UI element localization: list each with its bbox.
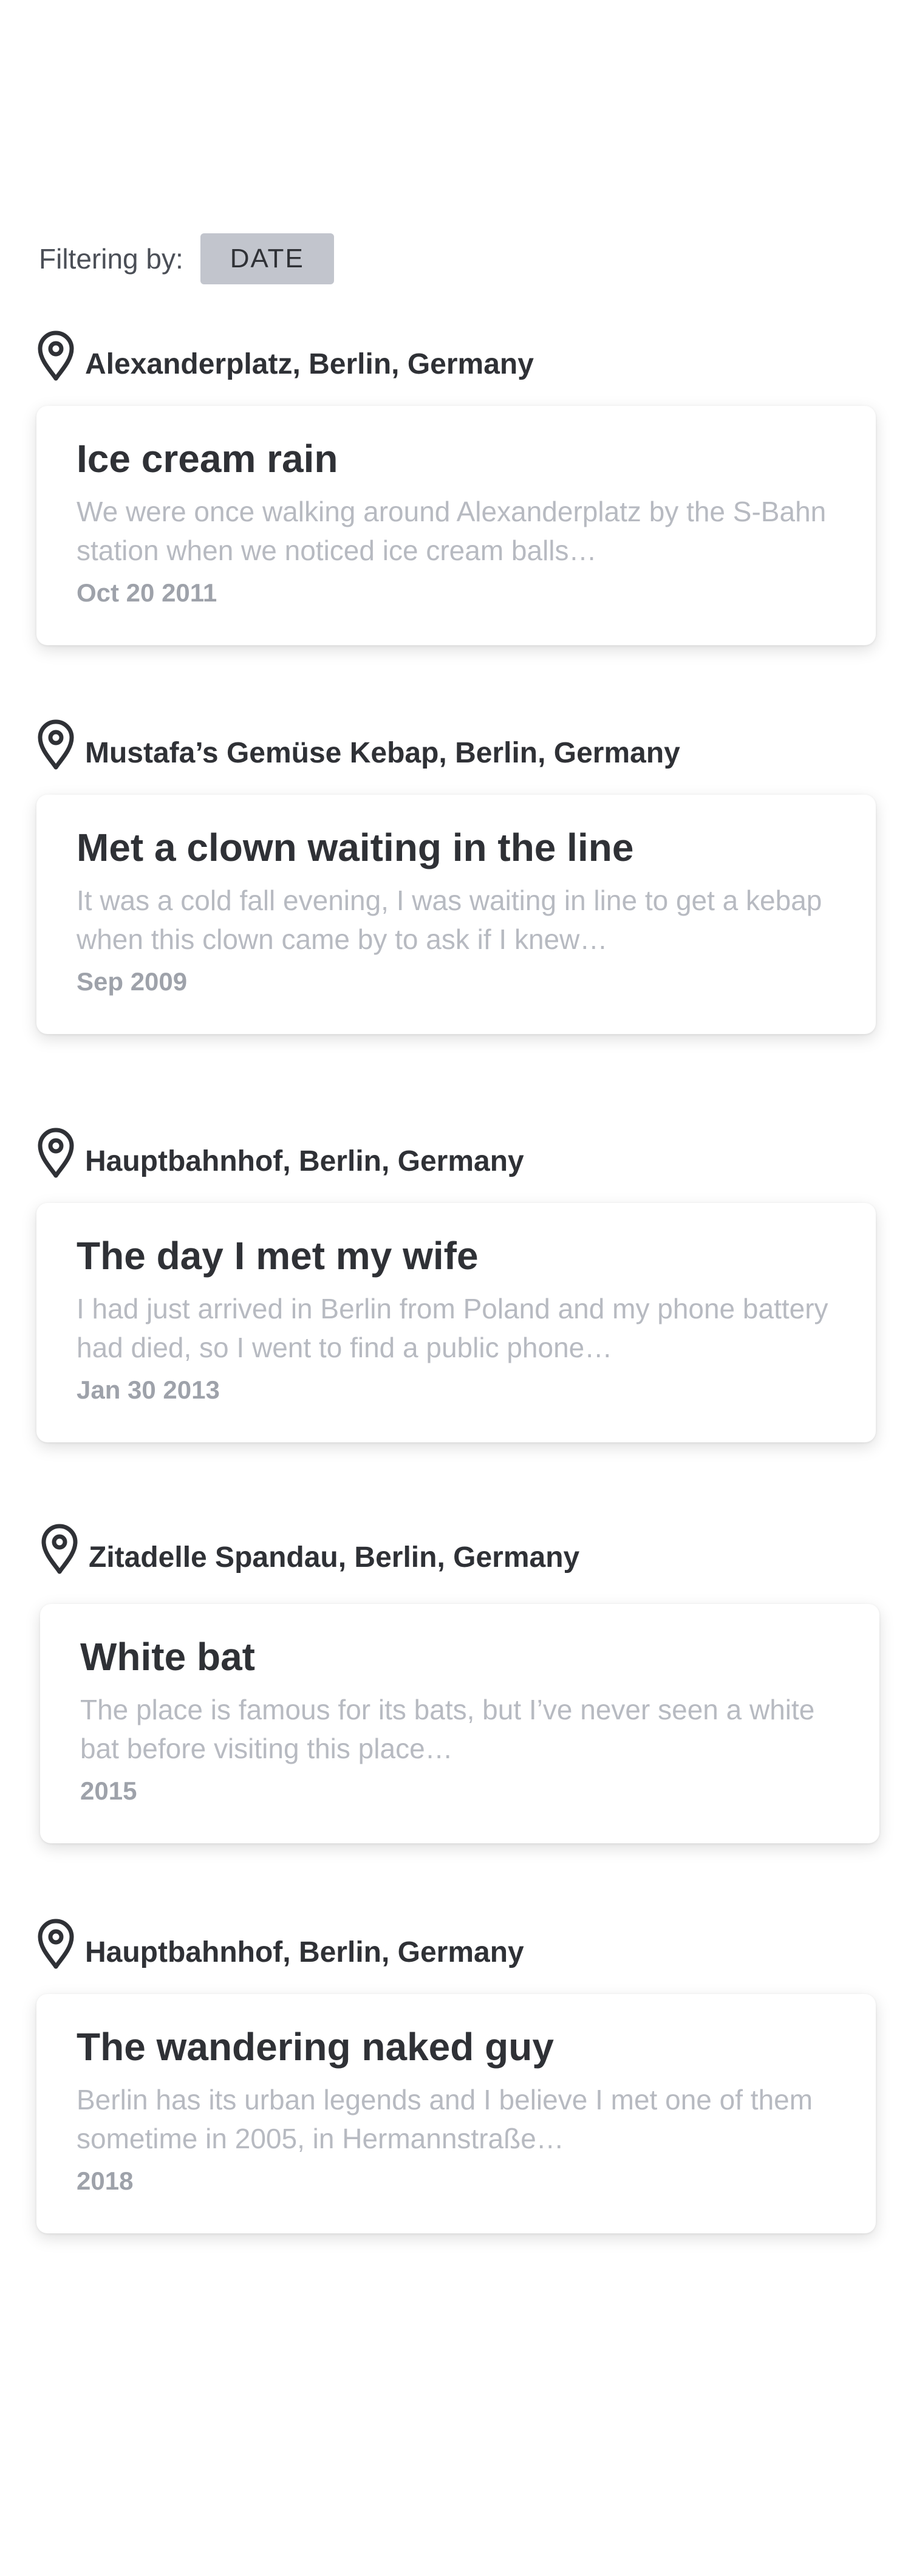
location-name: Alexanderplatz, Berlin, Germany <box>85 348 534 380</box>
filter-label: Filtering by: <box>39 243 183 275</box>
story-card[interactable]: The wandering naked guy Berlin has its u… <box>36 1994 876 2233</box>
story-excerpt: Berlin has its urban legends and I belie… <box>77 2084 813 2154</box>
filter-date-chip[interactable]: DATE <box>200 233 334 284</box>
map-pin-icon <box>36 1918 75 1969</box>
map-pin-icon <box>36 719 75 770</box>
story-title: White bat <box>80 1635 255 1679</box>
story-title: The day I met my wife <box>77 1234 479 1278</box>
map-pin-icon <box>36 330 75 381</box>
story-date: Oct 20 2011 <box>77 578 217 607</box>
story-card[interactable]: Met a clown waiting in the line It was a… <box>36 795 876 1034</box>
story-excerpt: It was a cold fall evening, I was waitin… <box>77 885 822 955</box>
story-date: Sep 2009 <box>77 967 188 996</box>
filter-bar: Filtering by: DATE <box>39 233 334 284</box>
location-header: Hauptbahnhof, Berlin, Germany <box>36 1916 524 1971</box>
location-name: Hauptbahnhof, Berlin, Germany <box>85 1936 524 1968</box>
location-name: Mustafa’s Gemüse Kebap, Berlin, Germany <box>85 736 680 769</box>
story-excerpt: I had just arrived in Berlin from Poland… <box>77 1293 828 1363</box>
story-title: The wandering naked guy <box>77 2025 554 2069</box>
story-excerpt: The place is famous for its bats, but I’… <box>80 1694 815 1764</box>
story-card[interactable]: White bat The place is famous for its ba… <box>40 1604 879 1843</box>
story-title: Met a clown waiting in the line <box>77 826 634 869</box>
story-card[interactable]: The day I met my wife I had just arrived… <box>36 1203 876 1442</box>
story-excerpt: We were once walking around Alexanderpla… <box>77 496 827 566</box>
map-pin-icon <box>40 1523 79 1574</box>
location-header: Mustafa’s Gemüse Kebap, Berlin, Germany <box>36 717 680 772</box>
story-card[interactable]: Ice cream rain We were once walking arou… <box>36 406 876 645</box>
story-title: Ice cream rain <box>77 437 338 481</box>
location-header: Alexanderplatz, Berlin, Germany <box>36 328 534 383</box>
map-pin-icon <box>36 1127 75 1178</box>
location-header: Zitadelle Spandau, Berlin, Germany <box>40 1521 579 1576</box>
story-date: 2015 <box>80 1776 137 1805</box>
story-date: 2018 <box>77 2167 134 2195</box>
location-header: Hauptbahnhof, Berlin, Germany <box>36 1125 524 1180</box>
story-date: Jan 30 2013 <box>77 1375 220 1404</box>
location-name: Hauptbahnhof, Berlin, Germany <box>85 1145 524 1177</box>
location-name: Zitadelle Spandau, Berlin, Germany <box>89 1541 580 1574</box>
